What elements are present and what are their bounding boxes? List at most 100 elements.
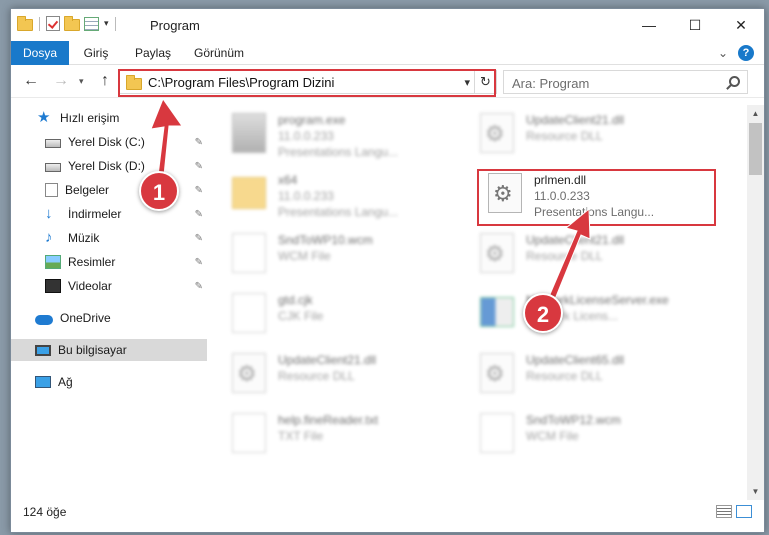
file-tile[interactable]: gtd.cjk CJK File (226, 287, 466, 343)
sidebar-item-downloads[interactable]: ↓ İndirmeler ✎ (11, 203, 207, 225)
file-name: UpdateClient21.dll (526, 233, 625, 247)
file-type: WCM File (278, 249, 331, 263)
file-tile[interactable]: program.exe 11.0.0.233 Presentations Lan… (226, 107, 466, 163)
file-list: program.exe 11.0.0.233 Presentations Lan… (226, 105, 746, 500)
file-type: WCM File (526, 429, 579, 443)
pin-icon[interactable]: ✎ (195, 257, 203, 268)
sidebar-item-local-disk-c[interactable]: Yerel Disk (C:) ✎ (11, 131, 207, 153)
file-tile[interactable]: NetworkLicenseServer.exe Network Licens.… (474, 287, 714, 343)
sidebar-item-label: Ağ (58, 375, 73, 389)
folder-tile[interactable]: x64 11.0.0.233 Presentations Langu... (226, 167, 466, 223)
address-bar[interactable]: C:\Program Files\Program Dizini ▾ ↻ (119, 70, 497, 94)
close-button[interactable]: ✕ (718, 9, 764, 41)
scrollbar-thumb[interactable] (749, 123, 762, 175)
sidebar-item-music[interactable]: ♪ Müzik ✎ (11, 227, 207, 249)
dll-icon (232, 353, 266, 393)
toolbar-divider (39, 16, 40, 31)
sidebar-item-network[interactable]: Ağ (11, 371, 207, 393)
new-folder-icon[interactable] (64, 15, 80, 31)
up-button[interactable]: ↑ (95, 72, 115, 90)
address-dropdown-button[interactable]: ▾ (464, 76, 470, 89)
maximize-button[interactable]: ☐ (672, 9, 718, 41)
file-description: Presentations Langu... (534, 205, 655, 219)
window-title: Program (150, 18, 200, 33)
search-box[interactable]: Ara: Program (503, 70, 748, 94)
sidebar-item-label: Yerel Disk (C:) (68, 135, 145, 149)
file-icon (480, 413, 514, 453)
forward-button[interactable]: → (51, 72, 71, 90)
file-name: gtd.cjk (278, 293, 313, 307)
drive-icon (45, 139, 61, 148)
file-tile[interactable]: SndToWP10.wcm WCM File (226, 227, 466, 283)
file-type: Resource DLL (278, 369, 355, 383)
this-pc-icon (35, 345, 51, 356)
tab-home[interactable]: Giriş (69, 41, 123, 65)
dll-icon (480, 233, 514, 273)
downloads-icon: ↓ (45, 205, 53, 222)
sidebar-item-quick-access[interactable]: ★ Hızlı erişim (11, 107, 207, 129)
vertical-scrollbar[interactable]: ▲ ▼ (747, 105, 764, 500)
chevron-down-icon[interactable]: ⌄ (718, 46, 728, 60)
sidebar-item-label: Müzik (68, 231, 100, 245)
customize-view-icon[interactable] (84, 16, 99, 31)
title-bar: ▾ Program — ☐ ✕ (11, 9, 764, 41)
tab-view[interactable]: Görünüm (183, 41, 255, 65)
properties-check-icon[interactable] (46, 16, 60, 31)
scroll-down-button[interactable]: ▼ (747, 483, 764, 500)
file-name: UpdateClient65.dll (526, 353, 625, 367)
chevron-down-icon[interactable]: ▾ (104, 18, 109, 29)
pin-icon[interactable]: ✎ (195, 281, 203, 292)
file-tile-prlmen-dll[interactable]: prlmen.dll 11.0.0.233 Presentations Lang… (482, 167, 722, 223)
file-tile[interactable]: UpdateClient65.dll Resource DLL (474, 347, 714, 403)
file-type: CJK File (278, 309, 324, 323)
file-name: UpdateClient21.dll (526, 113, 625, 127)
sidebar-item-label: Hızlı erişim (60, 111, 120, 125)
exe-icon (232, 113, 266, 153)
refresh-button[interactable]: ↻ (474, 71, 496, 93)
item-count: 124 öğe (23, 505, 67, 519)
status-bar: 124 öğe (11, 501, 764, 523)
pin-icon[interactable]: ✎ (195, 161, 203, 172)
file-tile[interactable]: UpdateClient21.dll Resource DLL (474, 227, 714, 283)
sidebar-item-local-disk-d[interactable]: Yerel Disk (D:) ✎ (11, 155, 207, 177)
search-input[interactable]: Ara: Program (512, 76, 589, 91)
file-tile[interactable]: UpdateClient21.dll Resource DLL (474, 107, 714, 163)
view-switcher (716, 505, 752, 518)
star-icon: ★ (37, 109, 51, 126)
file-type: TXT File (278, 429, 324, 443)
sidebar-item-label: OneDrive (60, 311, 111, 325)
sidebar-item-label: Belgeler (65, 183, 110, 197)
sidebar-item-label: Yerel Disk (D:) (68, 159, 145, 173)
recent-locations-button[interactable]: ▾ (79, 76, 84, 87)
explorer-window: ▾ Program — ☐ ✕ Dosya Giriş Paylaş Görün… (10, 8, 765, 533)
details-view-icon[interactable] (716, 505, 732, 518)
pin-icon[interactable]: ✎ (195, 233, 203, 244)
help-icon[interactable]: ? (738, 45, 754, 61)
file-tile[interactable]: help.fineReader.txt TXT File (226, 407, 466, 463)
pin-icon[interactable]: ✎ (195, 137, 203, 148)
tab-file[interactable]: Dosya (11, 41, 69, 65)
search-icon[interactable] (729, 76, 740, 87)
back-button[interactable]: ← (21, 72, 41, 90)
file-tile[interactable]: UpdateClient21.dll Resource DLL (226, 347, 466, 403)
ribbon-tabs: Dosya Giriş Paylaş Görünüm ⌄ ? (11, 41, 764, 65)
scroll-up-button[interactable]: ▲ (747, 105, 764, 122)
pin-icon[interactable]: ✎ (195, 209, 203, 220)
minimize-button[interactable]: — (626, 9, 672, 41)
dll-icon (480, 113, 514, 153)
step-2-badge: 2 (523, 293, 563, 333)
sidebar-item-pictures[interactable]: Resimler ✎ (11, 251, 207, 273)
dll-icon (480, 353, 514, 393)
tab-share[interactable]: Paylaş (123, 41, 183, 65)
file-type: Resource DLL (526, 129, 603, 143)
pin-icon[interactable]: ✎ (195, 185, 203, 196)
sidebar-item-onedrive[interactable]: OneDrive (11, 307, 207, 329)
file-type: Resource DLL (526, 249, 603, 263)
tiles-view-icon[interactable] (736, 505, 752, 518)
address-path[interactable]: C:\Program Files\Program Dizini (148, 75, 334, 90)
file-type: Resource DLL (526, 369, 603, 383)
navigation-pane: ★ Hızlı erişim Yerel Disk (C:) ✎ Yerel D… (11, 105, 207, 500)
sidebar-item-videos[interactable]: Videolar ✎ (11, 275, 207, 297)
file-tile[interactable]: SndToWP12.wcm WCM File (474, 407, 714, 463)
sidebar-item-this-pc[interactable]: Bu bilgisayar (11, 339, 207, 361)
